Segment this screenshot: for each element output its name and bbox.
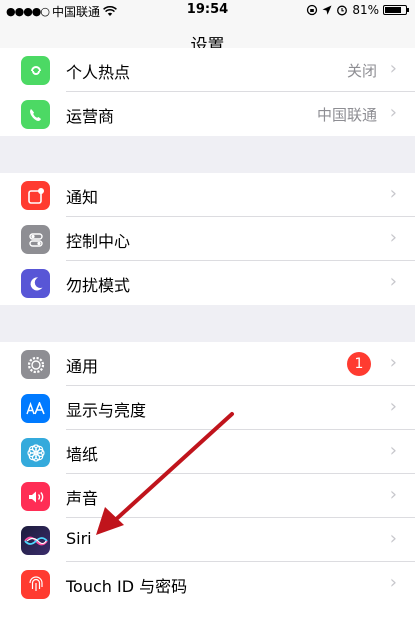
settings-row-label: 通知 — [66, 188, 99, 207]
control-center-icon — [21, 225, 50, 254]
settings-group-network: 个人热点 关闭 › 运营商 中国联通 › — [0, 48, 415, 136]
settings-row-carrier[interactable]: 运营商 中国联通 › — [0, 92, 415, 136]
settings-row-sounds[interactable]: 声音 › — [0, 474, 415, 518]
settings-row-notifications[interactable]: 通知 › — [0, 173, 415, 217]
wallpaper-icon — [21, 438, 50, 467]
settings-row-general[interactable]: 通用 1 › — [0, 342, 415, 386]
settings-row-label: Touch ID 与密码 — [66, 577, 188, 596]
touch-id-icon — [21, 570, 50, 599]
display-brightness-icon — [21, 394, 50, 423]
chevron-right-icon: › — [389, 271, 397, 292]
general-gear-icon — [21, 350, 50, 379]
settings-row-label: 控制中心 — [66, 232, 131, 251]
chevron-right-icon: › — [389, 528, 397, 549]
chevron-right-icon: › — [389, 183, 397, 204]
settings-row-wallpaper[interactable]: 墙纸 › — [0, 430, 415, 474]
settings-row-personal-hotspot[interactable]: 个人热点 关闭 › — [0, 48, 415, 92]
chevron-right-icon: › — [389, 58, 397, 79]
settings-row-label: 显示与亮度 — [66, 401, 147, 420]
settings-row-label: Siri — [66, 529, 92, 548]
location-icon — [322, 5, 332, 15]
settings-row-label: 声音 — [66, 489, 99, 508]
notifications-icon — [21, 181, 50, 210]
settings-row-control-center[interactable]: 控制中心 › — [0, 217, 415, 261]
alarm-icon — [337, 5, 348, 16]
chevron-right-icon: › — [389, 396, 397, 417]
settings-row-value: 中国联通 — [316, 106, 377, 124]
chevron-right-icon: › — [389, 102, 397, 123]
siri-icon — [21, 526, 50, 555]
sounds-icon — [21, 482, 50, 511]
settings-row-label: 通用 — [66, 357, 99, 376]
settings-row-label: 勿扰模式 — [66, 276, 131, 295]
settings-row-label: 运营商 — [66, 107, 115, 126]
battery-percentage: 81% — [352, 3, 379, 17]
personal-hotspot-icon — [21, 56, 50, 85]
settings-row-display-brightness[interactable]: 显示与亮度 › — [0, 386, 415, 430]
carrier-icon — [21, 100, 50, 129]
settings-row-siri[interactable]: Siri › — [0, 518, 415, 562]
settings-group-notifications: 通知 › 控制中心 › 勿扰模式 › — [0, 173, 415, 305]
battery-icon — [383, 5, 409, 15]
rotation-lock-icon — [307, 4, 318, 16]
battery-level — [385, 7, 402, 13]
settings-row-value: 关闭 — [346, 62, 377, 80]
settings-row-do-not-disturb[interactable]: 勿扰模式 › — [0, 261, 415, 305]
settings-group-general: 通用 1 › 显示与亮度 › 墙纸 › 声音 › Siri › Touch ID… — [0, 342, 415, 626]
chevron-right-icon: › — [389, 572, 397, 593]
chevron-right-icon: › — [389, 227, 397, 248]
chevron-right-icon: › — [389, 484, 397, 505]
chevron-right-icon: › — [389, 440, 397, 461]
settings-row-label: 墙纸 — [66, 445, 99, 464]
status-bar-right: 81% — [306, 3, 409, 17]
settings-row-touch-id[interactable]: Touch ID 与密码 › — [0, 562, 415, 606]
settings-row-label: 个人热点 — [66, 63, 131, 82]
status-bar: ●●●●○ 中国联通 19:54 81% — [0, 0, 415, 20]
do-not-disturb-icon — [21, 269, 50, 298]
chevron-right-icon: › — [389, 352, 397, 373]
notification-badge: 1 — [347, 352, 371, 376]
